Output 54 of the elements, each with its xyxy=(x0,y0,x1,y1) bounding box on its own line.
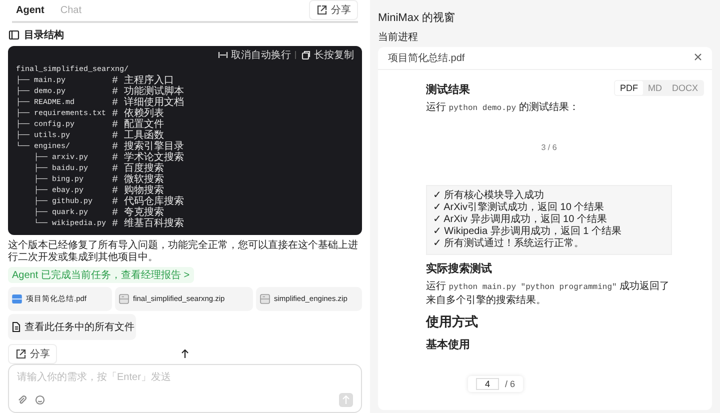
document-heading: 使用方式 xyxy=(426,313,478,331)
document-paragraph: 运行 python demo.py 的测试结果： xyxy=(426,101,580,115)
book-icon xyxy=(8,28,20,41)
paperclip-icon xyxy=(17,395,27,405)
section-heading: 目录结构 xyxy=(24,28,64,42)
code-comment: # 工具函数 xyxy=(112,130,164,142)
code-line: ✓ Wikipedia 异步调用成功，返回 1 个结果 xyxy=(433,226,622,238)
page-number: 3 / 6 xyxy=(541,142,557,152)
code-comment: # 代码仓库搜索 xyxy=(112,196,184,208)
input-panel[interactable]: 请输入你的需求，按「Enter」发送 xyxy=(8,364,362,413)
document-icon xyxy=(259,292,271,305)
code-line: ✓ ArXiv 异步调用成功，返回 10 个结果 xyxy=(433,214,608,226)
copy-icon xyxy=(300,48,312,61)
code-comment: # 主程序入口 xyxy=(112,76,174,87)
code-comment: # 学术论文搜索 xyxy=(112,152,184,164)
code-action-button[interactable]: 长按复制 xyxy=(300,48,354,62)
code-line: ✓ 所有核心模块导入成功 xyxy=(433,190,546,202)
code-comment: # 维基百科搜索 xyxy=(112,218,184,230)
code-comment: # 百度搜索 xyxy=(112,164,164,175)
page-input[interactable]: 4 xyxy=(476,378,500,390)
code-comment: # 搜索引擎目录 xyxy=(112,142,184,153)
code-comment: # 详细使用文档 xyxy=(112,98,184,109)
share-icon xyxy=(15,348,27,360)
close-icon xyxy=(694,52,702,60)
code-action-button[interactable]: 取消自动换行 xyxy=(217,48,291,62)
viewer-subtitle: 当前进程 xyxy=(378,30,419,44)
arrow-up-icon xyxy=(180,348,190,359)
share-button[interactable]: 分享 xyxy=(309,0,358,20)
format-tab[interactable]: PDF xyxy=(614,81,643,95)
message-text: 这个版本已经修复了所有导入问题，功能完全正常，您可以直接在这个基础上进行二次开发或集成到其他项目中。 xyxy=(8,240,359,264)
file-icon xyxy=(10,320,22,333)
code-comment: # 购物搜索 xyxy=(112,186,164,197)
share-icon xyxy=(316,4,328,16)
share-button[interactable]: 分享 xyxy=(8,344,57,364)
document-icon xyxy=(11,292,23,305)
all-files-button[interactable]: 查看此任务中的所有文件 xyxy=(8,314,136,340)
emoji-icon xyxy=(35,395,45,405)
code-comment: # 配置文件 xyxy=(112,120,164,131)
document-subheading: 基本使用 xyxy=(426,338,470,352)
arrow-up-icon xyxy=(341,395,351,405)
file-name: 项目简化总结.pdf xyxy=(388,52,465,65)
viewer-title: MiniMax 的视窗 xyxy=(378,10,456,25)
document-icon xyxy=(118,292,130,305)
document-subheading: 测试结果 xyxy=(426,82,470,97)
code-comment: # 功能测试脚本 xyxy=(112,86,184,98)
code-comment: # 依赖列表 xyxy=(112,108,164,120)
tab[interactable]: Agent xyxy=(12,2,48,18)
code-line: ✓ 所有测试通过！系统运行正常。 xyxy=(433,238,586,250)
document-paragraph: 运行 python main.py "python programming" 成功返回了来自多个引擎的搜索结果。 xyxy=(426,280,671,307)
page-total: / 6 xyxy=(505,379,516,389)
document-subheading: 实际搜索测试 xyxy=(426,262,492,276)
code-line: ✓ ArXiv引擎测试成功，返回 10 个结果 xyxy=(433,202,606,214)
code-comment: # 夸克搜索 xyxy=(112,208,164,219)
code-comment: # 微软搜索 xyxy=(112,174,164,186)
